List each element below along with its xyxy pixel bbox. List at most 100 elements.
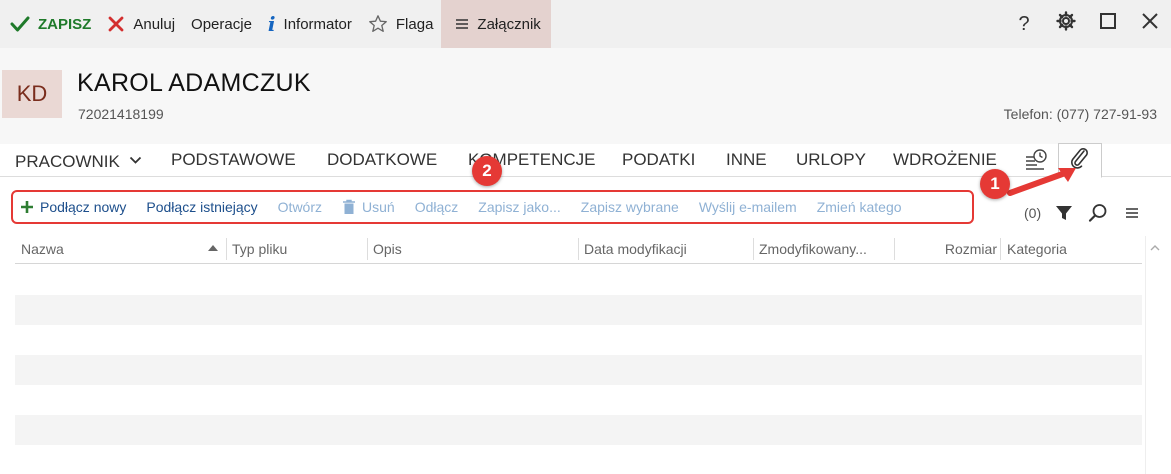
maximize-icon	[1099, 12, 1117, 36]
column-label: Nazwa	[21, 241, 64, 257]
tab-label: URLOPY	[796, 150, 866, 169]
flag-label: Flaga	[395, 15, 434, 33]
attachment-label: Załącznik	[477, 15, 541, 33]
employee-id-number: 72021418199	[78, 106, 164, 122]
action-label: Otwórz	[277, 199, 323, 215]
send-email-button[interactable]: Wyślij e-mailem	[699, 199, 797, 215]
action-label: Wyślij e-mailem	[698, 199, 797, 215]
tab-label: DODATKOWE	[327, 150, 438, 169]
settings-button[interactable]	[1045, 0, 1087, 48]
tab-urlopy[interactable]: URLOPY	[796, 150, 866, 170]
employee-header: KD KAROL ADAMCZUK 72021418199 Telefon: (…	[0, 48, 1171, 144]
tab-podatki[interactable]: PODATKI	[622, 150, 695, 170]
search-icon[interactable]	[1087, 202, 1109, 224]
column-header-modified-date[interactable]: Data modyfikacji	[584, 241, 749, 257]
column-divider[interactable]	[578, 238, 579, 260]
column-header-description[interactable]: Opis	[373, 241, 573, 257]
attachment-button[interactable]: Załącznik	[441, 0, 551, 48]
avatar: KD	[2, 70, 62, 118]
employee-phone: Telefon: (077) 727-91-93	[1003, 106, 1157, 122]
empty-row	[15, 415, 1142, 445]
action-label: Odłącz	[414, 199, 459, 215]
tab-wdrozenie[interactable]: WDROŻENIE	[893, 150, 997, 170]
save-button[interactable]: ZAPISZ	[0, 0, 99, 48]
attach-existing-button[interactable]: Podłącz istniejący	[146, 199, 257, 215]
tab-pracownik[interactable]: PRACOWNIK	[15, 150, 142, 172]
column-divider[interactable]	[367, 238, 368, 260]
column-divider[interactable]	[753, 238, 754, 260]
column-label: Zmodyfikowany...	[759, 241, 867, 257]
column-header-file-type[interactable]: Typ pliku	[232, 241, 362, 257]
menu-icon[interactable]	[1121, 202, 1143, 224]
open-button[interactable]: Otwórz	[278, 199, 322, 215]
action-label: Usuń	[362, 199, 395, 215]
column-divider[interactable]	[1000, 238, 1001, 260]
tab-label: PODATKI	[622, 150, 696, 169]
info-icon: i	[267, 12, 276, 36]
column-label: Data modyfikacji	[584, 241, 687, 257]
attach-new-button[interactable]: Podłącz nowy	[20, 199, 126, 215]
help-icon: ?	[1018, 12, 1030, 35]
column-label: Typ pliku	[232, 241, 288, 257]
action-label: Podłącz istniejący	[146, 199, 258, 215]
maximize-button[interactable]	[1087, 0, 1129, 48]
save-label: ZAPISZ	[38, 15, 92, 33]
column-label: Rozmiar	[944, 241, 997, 257]
close-icon	[107, 15, 125, 33]
employee-name: KAROL ADAMCZUK	[77, 69, 311, 97]
column-label: Opis	[373, 241, 402, 257]
scroll-up-icon[interactable]	[1150, 240, 1160, 254]
gear-icon	[1056, 11, 1076, 37]
column-header-category[interactable]: Kategoria	[1007, 241, 1127, 257]
column-header-modified-by[interactable]: Zmodyfikowany...	[759, 241, 891, 257]
column-divider[interactable]	[226, 238, 227, 260]
save-as-button[interactable]: Zapisz jako...	[478, 199, 560, 215]
help-button[interactable]: ?	[1003, 0, 1045, 48]
attachment-actions: Podłącz nowy Podłącz istniejący Otwórz U…	[11, 190, 974, 224]
tab-label: PODSTAWOWE	[171, 150, 296, 169]
tab-dodatkowe[interactable]: DODATKOWE	[327, 150, 437, 170]
grid-header: Nazwa Typ pliku Opis Data modyfikacji Zm…	[15, 236, 1142, 264]
vertical-scrollbar[interactable]	[1145, 236, 1146, 474]
cancel-button[interactable]: Anuluj	[99, 0, 183, 48]
tab-inne[interactable]: INNE	[726, 150, 767, 170]
tab-podstawowe[interactable]: PODSTAWOWE	[171, 150, 296, 170]
empty-row	[15, 355, 1142, 385]
tab-label: WDROŻENIE	[893, 150, 997, 169]
empty-row	[15, 325, 1142, 355]
window-controls: ?	[1003, 0, 1171, 48]
empty-row	[15, 295, 1142, 325]
tab-label: PRACOWNIK	[15, 152, 120, 171]
close-icon	[1141, 12, 1159, 36]
grid-body	[15, 265, 1142, 474]
close-window-button[interactable]	[1129, 0, 1171, 48]
empty-row	[15, 445, 1142, 474]
action-label: Podłącz nowy	[40, 199, 127, 215]
informator-label: Informator	[283, 15, 352, 33]
detach-button[interactable]: Odłącz	[415, 199, 459, 215]
informator-button[interactable]: i Informator	[260, 0, 360, 48]
tab-label: INNE	[726, 150, 767, 169]
change-category-button[interactable]: Zmień katego	[817, 199, 902, 215]
column-header-name[interactable]: Nazwa	[21, 241, 211, 257]
delete-button[interactable]: Usuń	[342, 199, 395, 215]
menu-lines-icon	[455, 17, 469, 31]
action-label: Zapisz wybrane	[580, 199, 679, 215]
cancel-label: Anuluj	[133, 15, 176, 33]
operations-button[interactable]: Operacje	[183, 0, 260, 48]
column-divider[interactable]	[894, 238, 895, 260]
flag-button[interactable]: Flaga	[360, 0, 442, 48]
empty-row	[15, 385, 1142, 415]
trash-icon	[342, 199, 356, 215]
callout-badge-1: 1	[980, 169, 1010, 199]
column-label: Kategoria	[1007, 241, 1067, 257]
callout-badge-2: 2	[472, 156, 502, 186]
sort-ascending-icon	[208, 245, 218, 251]
action-label: Zapisz jako...	[478, 199, 561, 215]
save-selected-button[interactable]: Zapisz wybrane	[581, 199, 679, 215]
operations-label: Operacje	[191, 15, 252, 33]
star-icon	[368, 14, 388, 34]
column-header-size[interactable]: Rozmiar	[900, 241, 997, 257]
actions-row: Podłącz nowy Podłącz istniejący Otwórz U…	[13, 199, 922, 215]
empty-row	[15, 265, 1142, 295]
